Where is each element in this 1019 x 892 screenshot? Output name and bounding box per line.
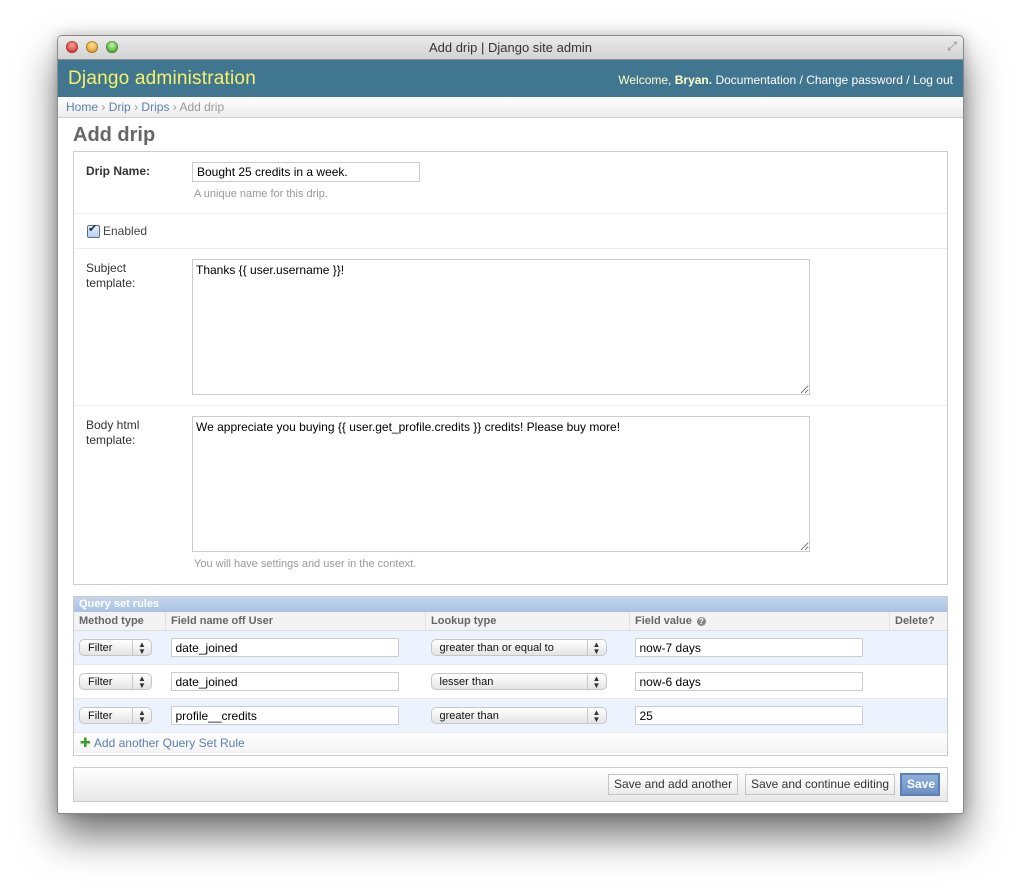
breadcrumb-home[interactable]: Home xyxy=(66,100,98,114)
form-row-subject: Subject template: Thanks {{ user.usernam… xyxy=(74,249,947,406)
body-html-template-textarea[interactable]: We appreciate you buying {{ user.get_pro… xyxy=(192,416,810,552)
select-arrows-icon: ▲ ▼ xyxy=(586,640,606,656)
save-and-add-another-button[interactable]: Save and add another xyxy=(608,774,739,795)
breadcrumb-separator: › xyxy=(134,100,139,114)
form-row-body: Body html template: We appreciate you bu… xyxy=(74,406,947,584)
breadcrumb-separator: › xyxy=(172,100,177,114)
lookup-type-select[interactable]: greater than ▲ ▼ xyxy=(430,707,607,724)
delete-cell xyxy=(889,664,947,699)
breadcrumb-drip[interactable]: Drip xyxy=(109,100,131,114)
browser-window: Add drip | Django site admin ⤢ Django ad… xyxy=(57,35,964,814)
drip-name-label: Drip Name: xyxy=(86,164,151,178)
column-method-type: Method type xyxy=(74,612,166,631)
welcome-text: Welcome, xyxy=(618,73,675,87)
breadcrumb-separator: › xyxy=(101,100,106,114)
enabled-checkbox[interactable] xyxy=(87,222,100,238)
form-row-enabled: Enabled xyxy=(74,214,947,249)
field-name-input[interactable] xyxy=(170,672,399,691)
select-value: greater than or equal to xyxy=(439,642,554,654)
change-password-link[interactable]: Change password xyxy=(806,73,903,87)
separator: / xyxy=(799,73,803,87)
query-set-rules-table: Method type Field name off User Lookup t… xyxy=(74,612,947,733)
breadcrumb-current: Add drip xyxy=(179,100,225,114)
field-value-input[interactable] xyxy=(634,638,863,657)
inline-title: Query set rules xyxy=(74,597,947,612)
form-row-name: Drip Name: A unique name for this drip. xyxy=(74,152,947,214)
username: Bryan. xyxy=(674,73,713,87)
column-lookup-type: Lookup type xyxy=(425,612,630,631)
log-out-link[interactable]: Log out xyxy=(913,73,953,87)
select-arrows-icon: ▲ ▼ xyxy=(586,674,606,690)
save-button[interactable]: Save xyxy=(900,773,940,796)
field-name-input[interactable] xyxy=(170,706,399,725)
add-icon[interactable]: ✚ xyxy=(80,735,91,750)
fullscreen-arrows-icon[interactable]: ⤢ xyxy=(945,39,959,53)
zoom-window-icon[interactable] xyxy=(106,41,118,53)
subject-template-label: Subject template: xyxy=(86,261,135,291)
user-tools: Welcome, Bryan. Documentation / Change p… xyxy=(618,73,953,87)
column-field-name: Field name off User xyxy=(165,612,426,631)
subject-label-line1: Subject xyxy=(86,261,127,275)
table-row: Filter ▲▼ lesser than ▲▼ xyxy=(74,664,947,699)
method-type-select[interactable]: Filter ▲ ▼ xyxy=(79,639,152,656)
column-field-value: Field value? xyxy=(629,612,890,631)
minimize-window-icon[interactable] xyxy=(86,41,98,53)
method-type-select[interactable]: Filter ▲ ▼ xyxy=(79,707,152,724)
method-type-select[interactable]: Filter ▲ ▼ xyxy=(79,673,152,690)
select-arrows-icon: ▲ ▼ xyxy=(132,640,151,656)
submit-row: Save and add another Save and continue e… xyxy=(73,767,948,802)
select-arrows-icon: ▲ ▼ xyxy=(132,708,151,724)
select-value: Filter xyxy=(88,642,113,654)
documentation-link[interactable]: Documentation xyxy=(715,73,796,87)
subject-template-textarea[interactable]: Thanks {{ user.username }}! xyxy=(192,259,810,395)
drip-fieldset: Drip Name: A unique name for this drip. … xyxy=(73,151,948,585)
breadcrumb-drips[interactable]: Drips xyxy=(141,100,169,114)
body-html-template-label: Body html template: xyxy=(86,418,139,448)
add-another-rule-link[interactable]: Add another Query Set Rule xyxy=(94,736,245,750)
enabled-checkbox-wrapper: Enabled xyxy=(87,222,147,238)
close-window-icon[interactable] xyxy=(66,41,78,53)
column-delete: Delete? xyxy=(889,612,947,631)
select-arrows-icon: ▲ ▼ xyxy=(132,674,151,690)
drip-name-input[interactable] xyxy=(192,162,420,182)
body-label-line1: Body html xyxy=(86,418,140,432)
field-value-header-text: Field value xyxy=(635,615,692,627)
delete-cell xyxy=(889,698,947,733)
subject-label-line2: template: xyxy=(86,276,136,290)
delete-cell xyxy=(889,630,947,665)
field-name-input[interactable] xyxy=(170,638,399,657)
table-row: Filter ▲▼ greater than ▲▼ xyxy=(74,698,947,733)
drip-name-help: A unique name for this drip. xyxy=(194,188,328,200)
window-controls xyxy=(66,41,118,53)
table-row: Filter ▲▼ greater than or equal to ▲▼ xyxy=(74,630,947,665)
page-title: Add drip xyxy=(73,124,156,146)
lookup-type-select[interactable]: lesser than ▲ ▼ xyxy=(430,673,607,690)
body-label-line2: template: xyxy=(86,433,136,447)
add-row: ✚ Add another Query Set Rule xyxy=(74,733,947,753)
field-value-input[interactable] xyxy=(634,706,863,725)
site-branding[interactable]: Django administration xyxy=(68,68,256,90)
title-bar: Add drip | Django site admin ⤢ xyxy=(58,36,963,60)
select-value: Filter xyxy=(88,676,113,688)
select-arrows-icon: ▲ ▼ xyxy=(586,708,606,724)
admin-header: Django administration Welcome, Bryan. Do… xyxy=(58,60,963,97)
field-value-input[interactable] xyxy=(634,672,863,691)
body-html-help: You will have settings and user in the c… xyxy=(194,558,417,570)
select-value: lesser than xyxy=(439,676,494,688)
lookup-type-select[interactable]: greater than or equal to ▲ ▼ xyxy=(430,639,607,656)
select-value: greater than xyxy=(439,710,499,722)
select-value: Filter xyxy=(88,710,113,722)
separator: / xyxy=(906,73,910,87)
query-set-rules-inline: Query set rules Method type Field name o… xyxy=(73,596,948,756)
save-and-continue-button[interactable]: Save and continue editing xyxy=(745,774,896,795)
breadcrumb: Home › Drip › Drips › Add drip xyxy=(58,97,963,118)
enabled-label[interactable]: Enabled xyxy=(103,224,147,238)
help-icon[interactable]: ? xyxy=(696,616,706,626)
window-title: Add drip | Django site admin xyxy=(428,40,593,55)
